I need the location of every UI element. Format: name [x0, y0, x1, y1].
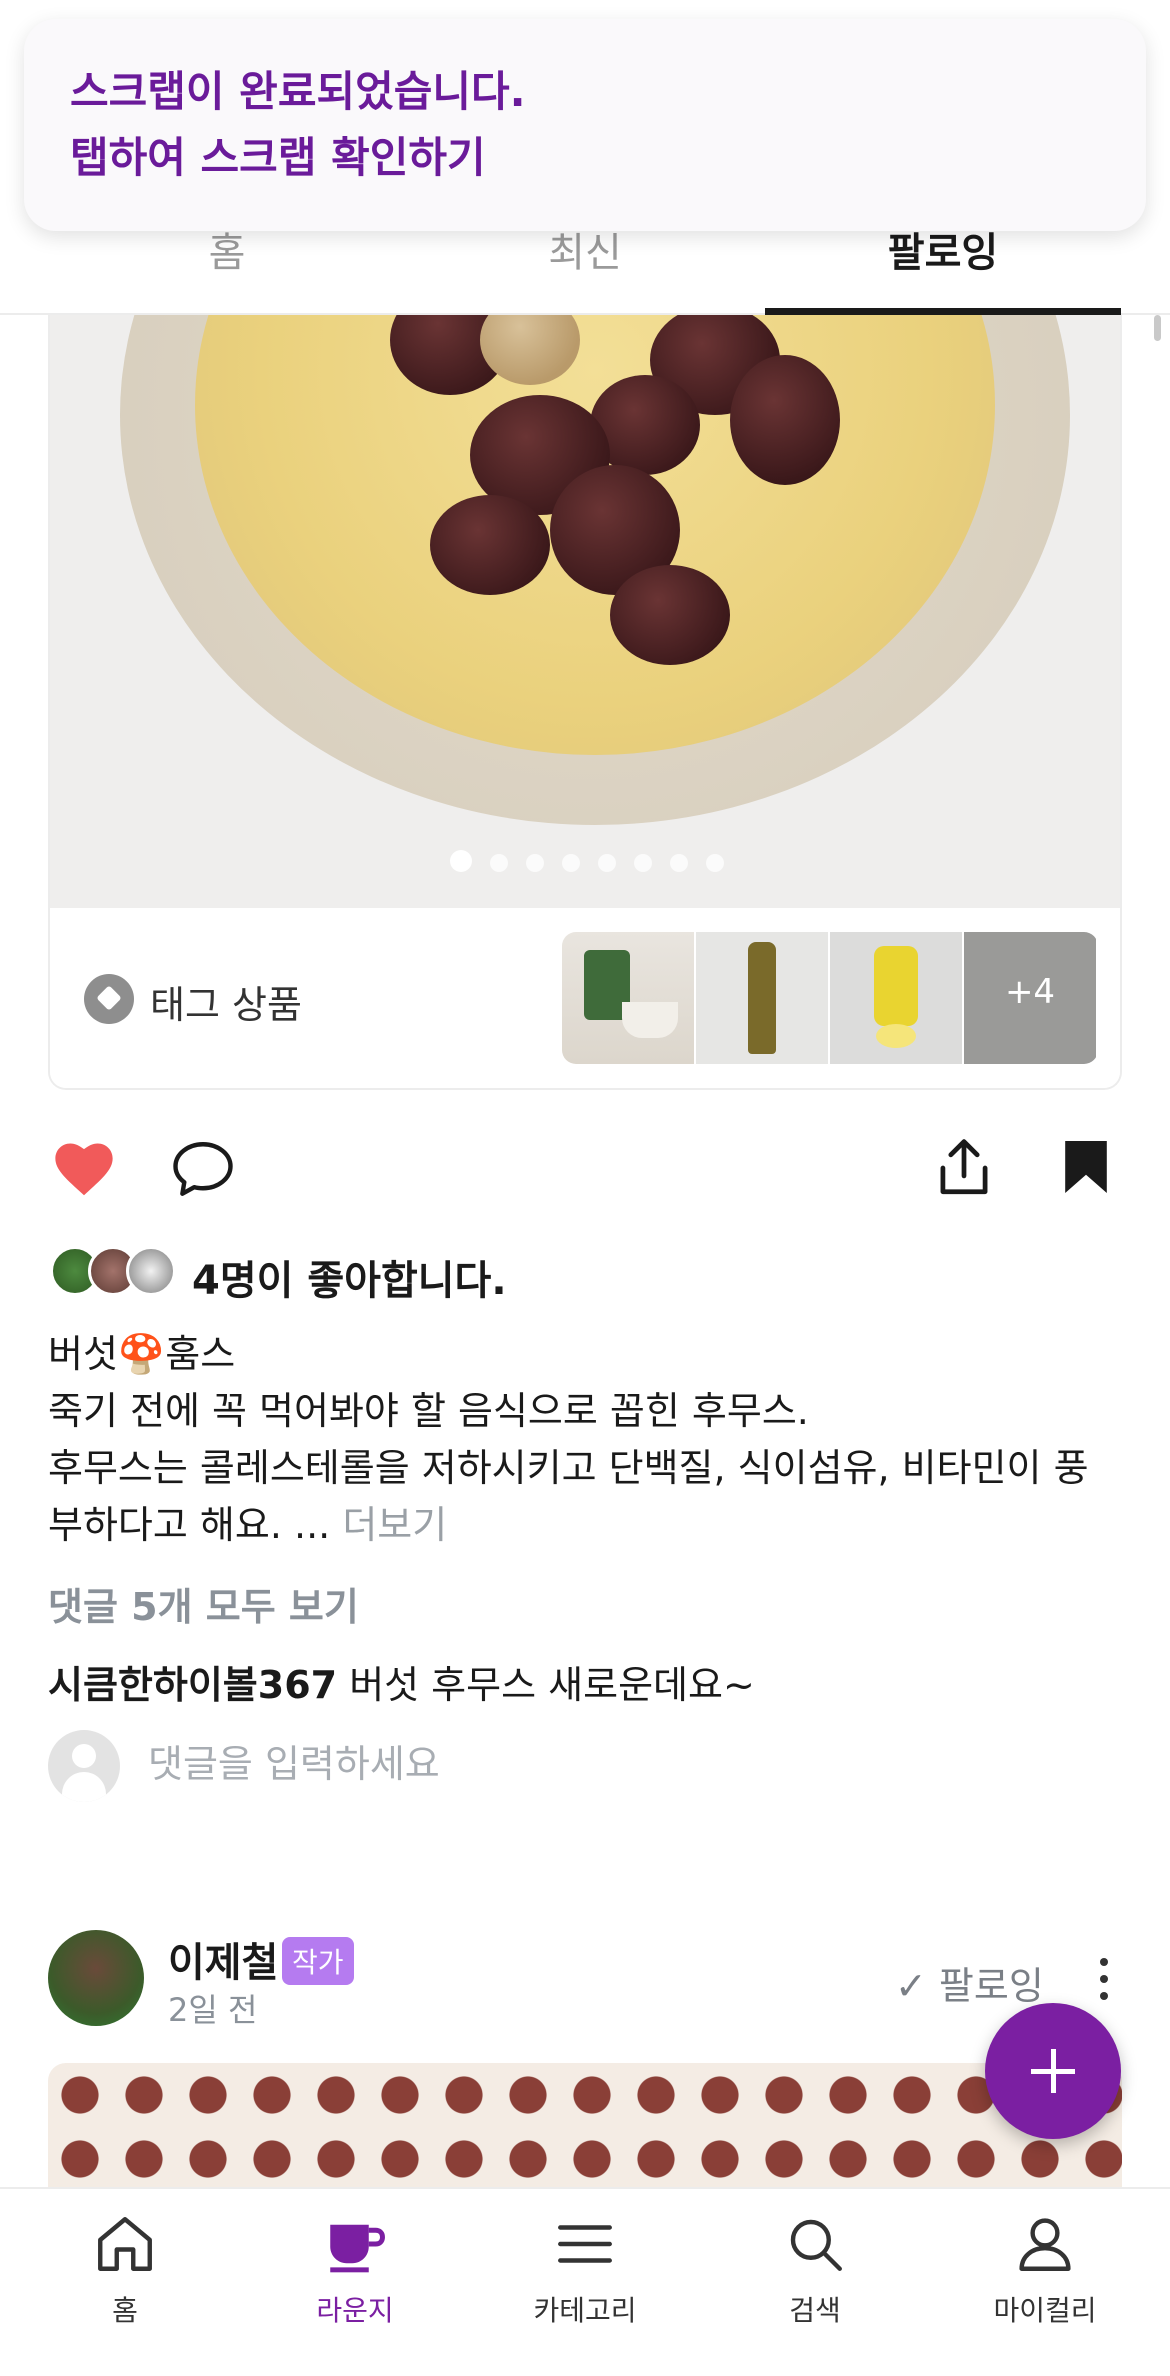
view-all-comments-link[interactable]: 댓글 5개 모두 보기 — [48, 1576, 359, 1631]
post-card: 태그 상품 +4 — [48, 315, 1122, 1090]
nav-mykurly[interactable]: 마이컬리 — [930, 2211, 1160, 2329]
nav-label: 홈 — [112, 2294, 138, 2327]
comment-input-row — [48, 1730, 1122, 1806]
author-avatar[interactable] — [48, 1930, 144, 2026]
product-thumbnail[interactable] — [696, 932, 828, 1064]
post-caption: 버섯🍄훔스 죽기 전에 꼭 먹어봐야 할 음식으로 꼽힌 후무스. 후무스는 콜… — [48, 1326, 1128, 1554]
mushroom — [610, 565, 730, 665]
carousel-dot — [670, 854, 688, 872]
toast-action[interactable]: 탭하여 스크랩 확인하기 — [70, 125, 1100, 191]
caption-text: 후무스는 콜레스테롤을 저하시키고 단백질, 식이섬유, 비타민이 풍 — [48, 1446, 1089, 1490]
carousel-dot — [562, 854, 580, 872]
carousel-dot — [450, 850, 472, 872]
carousel-indicator — [50, 850, 1120, 876]
top-comment: 시큼한하이볼367 버섯 후무스 새로운데요~ — [48, 1654, 755, 1709]
nav-category[interactable]: 카테고리 — [470, 2211, 700, 2329]
next-post-image[interactable] — [48, 2063, 1122, 2187]
avatar — [126, 1246, 176, 1296]
carousel-dot — [706, 854, 724, 872]
comment-username[interactable]: 시큼한하이볼367 — [48, 1663, 337, 1707]
tagged-products-label: 태그 상품 — [150, 983, 302, 1027]
nav-label: 검색 — [789, 2294, 841, 2327]
more-options-icon[interactable] — [1100, 1958, 1108, 2000]
bookmark-icon[interactable] — [1060, 1138, 1112, 1196]
menu-icon — [558, 2225, 612, 2263]
tag-icon — [84, 974, 134, 1024]
nav-home[interactable]: 홈 — [10, 2211, 240, 2329]
carousel-dot — [526, 854, 544, 872]
comment-icon[interactable] — [170, 1138, 236, 1200]
comment-text: 버섯 후무스 새로운데요~ — [349, 1663, 755, 1707]
nav-label: 마이컬리 — [993, 2294, 1097, 2327]
caption-text: 죽기 전에 꼭 먹어봐야 할 음식으로 꼽힌 후무스. — [48, 1389, 809, 1433]
nav-label: 라운지 — [316, 2294, 394, 2327]
mushroom — [430, 495, 550, 595]
scrollbar-thumb[interactable] — [1154, 315, 1161, 341]
liker-avatars[interactable] — [50, 1246, 180, 1298]
carousel-dot — [598, 854, 616, 872]
active-tab-indicator — [765, 308, 1121, 315]
comment-input[interactable] — [148, 1734, 1048, 1794]
author-name[interactable]: 이제철 — [168, 1930, 278, 1988]
avatar — [48, 1730, 120, 1802]
person-icon — [1019, 2218, 1071, 2271]
carousel-dot — [490, 854, 508, 872]
product-thumbnail[interactable] — [562, 932, 694, 1064]
bottom-navigation: 홈 라운지 카테고리 검색 마이컬리 — [0, 2187, 1170, 2376]
product-thumbnail-more[interactable]: +4 — [964, 932, 1096, 1064]
create-post-button[interactable] — [985, 2003, 1121, 2139]
carousel-dot — [634, 854, 652, 872]
tagged-products-row[interactable]: 태그 상품 +4 — [50, 908, 1120, 1088]
cup-icon — [330, 2224, 385, 2273]
nav-lounge[interactable]: 라운지 — [240, 2211, 470, 2329]
author-badge: 작가 — [282, 1937, 354, 1985]
nav-search[interactable]: 검색 — [700, 2211, 930, 2329]
mushroom — [730, 355, 840, 485]
post-image-carousel[interactable] — [50, 315, 1120, 908]
heart-icon[interactable] — [50, 1138, 118, 1198]
following-button[interactable]: ✓ 팔로잉 — [895, 1955, 1044, 2010]
caption-title: 버섯🍄훔스 — [48, 1332, 236, 1376]
more-products-count: +4 — [1004, 972, 1056, 1012]
home-icon — [98, 2217, 152, 2271]
more-link[interactable]: 더보기 — [342, 1503, 447, 1547]
caption-text: 부하다고 해요. ... — [48, 1503, 331, 1547]
product-thumbnail[interactable] — [830, 932, 962, 1064]
likes-count[interactable]: 4명이 좋아합니다. — [192, 1248, 507, 1306]
search-icon — [790, 2219, 842, 2271]
nav-label: 카테고리 — [533, 2294, 637, 2327]
share-icon[interactable] — [935, 1136, 993, 1200]
tagged-products-thumbnails[interactable]: +4 — [562, 932, 1098, 1064]
scrap-toast[interactable]: 스크랩이 완료되었습니다. 탭하여 스크랩 확인하기 — [24, 19, 1146, 231]
toast-message: 스크랩이 완료되었습니다. — [70, 67, 526, 116]
post-time: 2일 전 — [168, 1991, 258, 2029]
